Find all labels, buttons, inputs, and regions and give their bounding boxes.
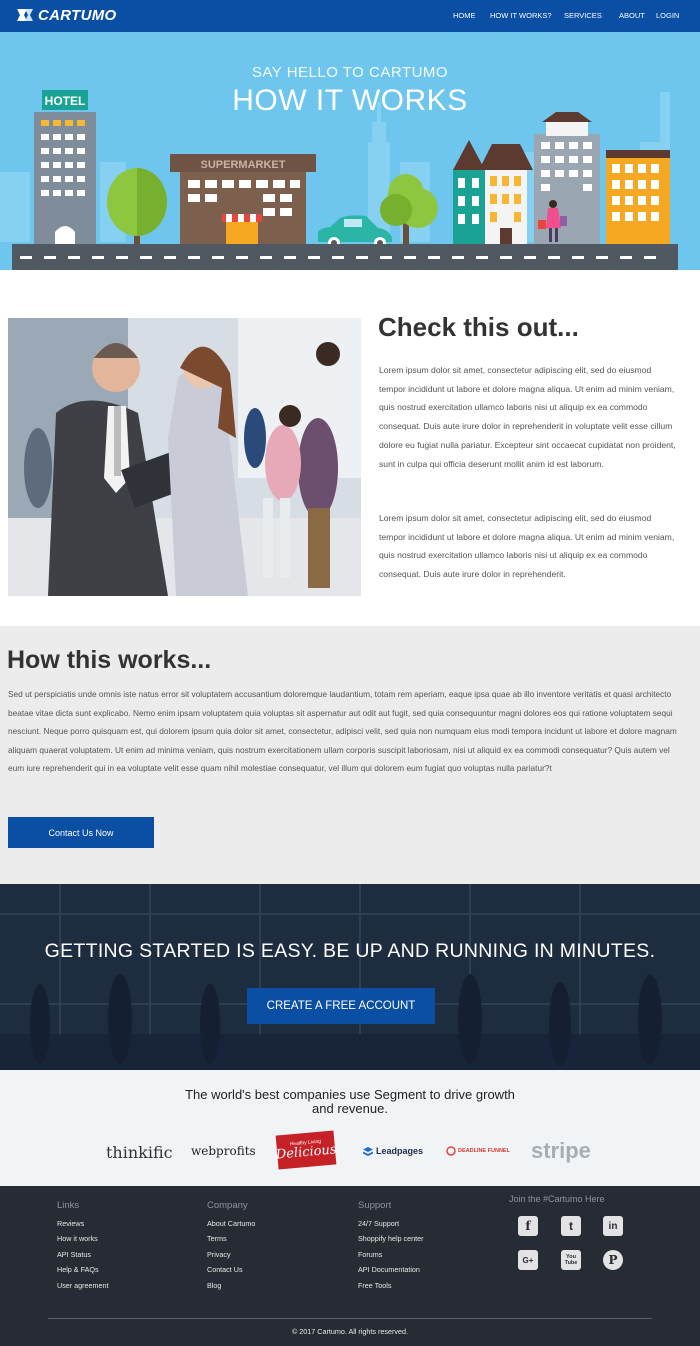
footer-link-forums[interactable]: Forums	[358, 1250, 382, 1259]
webprofits-logo: webprofits	[191, 1144, 256, 1158]
linkedin-icon[interactable]: in	[603, 1216, 623, 1236]
facebook-icon[interactable]: f	[518, 1216, 538, 1236]
social-title: Join the #Cartumo Here	[509, 1194, 605, 1204]
check-section-title: Check this out...	[378, 312, 579, 342]
hero-kicker: SAY HELLO TO CARTUMO	[251, 64, 449, 81]
check-paragraph-1: Lorem ipsum dolor sit amet, consectetur …	[379, 365, 676, 469]
create-account-button[interactable]: CREATE A FREE ACCOUNT	[247, 988, 435, 1024]
footer-links-title: Links	[57, 1200, 80, 1211]
leadpages-logo: Leadpages	[363, 1146, 423, 1156]
footer-link-help-faqs[interactable]: Help & FAQs	[57, 1265, 99, 1274]
companies-title: The world's best companies use Segment t…	[185, 1087, 515, 1116]
how-section-body: Sed ut perspiciatis unde omnis iste natu…	[8, 689, 677, 774]
footer-link-reviews[interactable]: Reviews	[57, 1219, 84, 1228]
main-nav: HOME HOW IT WORKS? SERVICES ABOUT LOGIN	[0, 11, 700, 23]
cta-title: GETTING STARTED IS EASY. BE UP AND RUNNI…	[44, 940, 656, 962]
contact-us-button[interactable]: Contact Us Now	[8, 817, 154, 848]
companies-section: The world's best companies use Segment t…	[0, 1070, 700, 1186]
twitter-icon[interactable]: t	[561, 1216, 581, 1236]
nav-services[interactable]: SERVICES	[564, 11, 602, 20]
footer-link-how-it-works[interactable]: How it works	[57, 1234, 98, 1243]
supermarket-sign: SUPERMARKET	[201, 159, 286, 171]
footer-link-support[interactable]: 24/7 Support	[358, 1219, 399, 1228]
top-navbar: CARTUMO HOME HOW IT WORKS? SERVICES ABOU…	[0, 0, 700, 32]
deadline-funnel-icon	[446, 1146, 456, 1156]
deadline-funnel-logo: DEADLINE FUNNEL	[446, 1146, 510, 1156]
footer-support-title: Support	[358, 1200, 392, 1211]
cta-banner: GETTING STARTED IS EASY. BE UP AND RUNNI…	[0, 884, 700, 1070]
delicious-logo: Healthy Living Delicious	[275, 1130, 338, 1170]
thinkific-logo: thinkific	[106, 1143, 173, 1162]
delicious-text: Delicious	[275, 1142, 338, 1163]
how-section-title: How this works...	[7, 646, 212, 674]
check-paragraph-2: Lorem ipsum dolor sit amet, consectetur …	[379, 513, 675, 580]
footer-divider	[48, 1318, 652, 1319]
footer-link-api-docs[interactable]: API Documentation	[358, 1265, 420, 1274]
stripe-logo: stripe	[531, 1138, 591, 1163]
nav-home[interactable]: HOME	[453, 11, 476, 20]
footer-link-api-status[interactable]: API Status	[57, 1250, 91, 1259]
nav-login[interactable]: LOGIN	[656, 11, 679, 20]
hero-title: HOW IT WORKS	[232, 84, 468, 117]
site-footer: Links Reviews How it works API Status He…	[0, 1186, 700, 1346]
copyright-text: © 2017 Cartumo. All rights reserved.	[292, 1327, 408, 1336]
footer-link-help-center[interactable]: Shoppify help center	[358, 1234, 424, 1243]
footer-link-free-tools[interactable]: Free Tools	[358, 1281, 391, 1290]
footer-link-about[interactable]: About Cartumo	[207, 1219, 255, 1228]
google-plus-icon[interactable]: G+	[518, 1250, 538, 1270]
business-people-photo	[8, 318, 361, 596]
pinterest-icon[interactable]: P	[603, 1250, 623, 1270]
deadline-funnel-text: DEADLINE FUNNEL	[458, 1148, 510, 1154]
leadpages-text: Leadpages	[376, 1146, 424, 1156]
footer-link-terms[interactable]: Terms	[207, 1234, 227, 1243]
footer-company-title: Company	[207, 1200, 248, 1211]
leadpages-icon	[363, 1146, 373, 1156]
nav-how-it-works[interactable]: HOW IT WORKS?	[490, 11, 552, 20]
how-section: How this works... Sed ut perspiciatis un…	[0, 626, 700, 884]
nav-about[interactable]: ABOUT	[619, 11, 645, 20]
footer-link-user-agreement[interactable]: User agreement	[57, 1281, 109, 1290]
footer-link-privacy[interactable]: Privacy	[207, 1250, 231, 1259]
footer-link-contact[interactable]: Contact Us	[207, 1265, 243, 1274]
youtube-icon[interactable]: You Tube	[561, 1250, 581, 1270]
footer-link-blog[interactable]: Blog	[207, 1281, 221, 1290]
hero-banner: HOTEL SUPERMARKET SAY HELLO TO CARTUMO H…	[0, 32, 700, 270]
cta-background-image	[0, 884, 700, 1070]
